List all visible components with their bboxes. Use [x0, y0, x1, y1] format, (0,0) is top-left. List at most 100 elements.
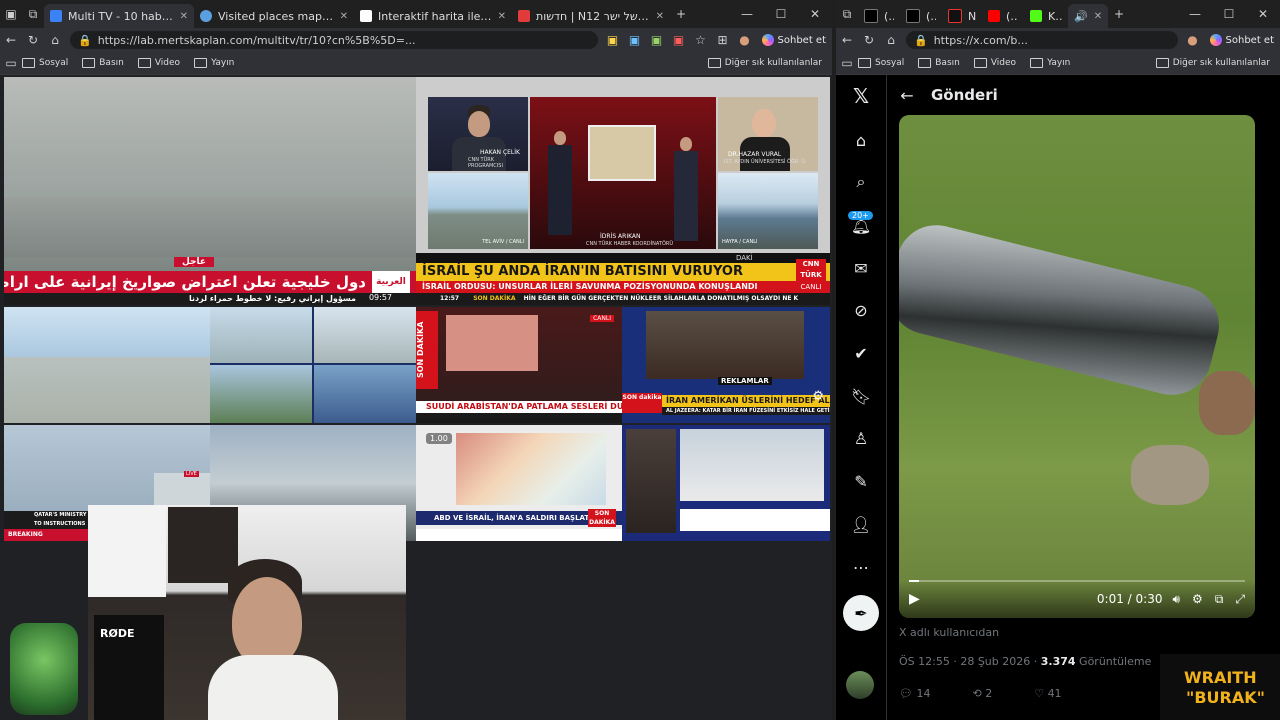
new-tab-icon[interactable]: +: [1108, 7, 1130, 21]
volume-icon[interactable]: 🔊︎: [1172, 592, 1180, 607]
bookmark-basin[interactable]: Basın: [82, 58, 124, 68]
haber-headline: İRAN AMERİKAN ÜSLERİNİ HEDEF AL: [662, 395, 830, 407]
favorites-icon[interactable]: ☆: [690, 33, 712, 47]
tab-x-1[interactable]: (21) X: [858, 4, 900, 28]
more-icon[interactable]: ⋯: [848, 554, 874, 580]
new-tab-icon[interactable]: +: [670, 7, 692, 21]
bookmark-sosyal[interactable]: Sosyal: [858, 58, 904, 68]
tab-actions-icon[interactable]: ⧉: [22, 7, 44, 22]
home-icon[interactable]: ⌂: [44, 33, 66, 47]
tv-split-presenters[interactable]: [622, 425, 830, 541]
head: [468, 111, 490, 137]
verified-icon[interactable]: ✔: [848, 340, 874, 366]
bookmarks-icon[interactable]: 🔖︎: [848, 383, 874, 409]
jobs-icon[interactable]: ♙: [848, 425, 874, 451]
profile-avatar[interactable]: ●: [734, 33, 756, 47]
back-icon[interactable]: ←: [836, 33, 858, 47]
sohbet-button[interactable]: Sohbet et: [756, 34, 832, 46]
post-video[interactable]: ▶ 0:01 / 0:30 🔊︎ ⚙ ⧉ ⤢: [899, 115, 1255, 618]
tab-interaktif-harita[interactable]: Interaktif harita ile ilgili son İran ha…: [354, 4, 512, 28]
tv-studio-2[interactable]: SON DAKİKA CANLI SUUDİ ARABİSTAN'DA PATL…: [416, 307, 622, 423]
tab-active-audio[interactable]: 🔊 ✕: [1068, 4, 1108, 28]
minimize-icon[interactable]: —: [730, 7, 764, 21]
messages-icon[interactable]: ✉: [848, 255, 874, 281]
bookmark-toggle-icon[interactable]: ▭: [0, 56, 22, 70]
refresh-icon[interactable]: ↻: [858, 33, 880, 47]
rock: [1199, 371, 1255, 435]
minimize-icon[interactable]: —: [1178, 7, 1212, 21]
articles-icon[interactable]: ✎: [848, 468, 874, 494]
collections-icon[interactable]: ⊞: [712, 33, 734, 47]
search-icon[interactable]: ⌕: [848, 169, 874, 195]
post-source[interactable]: X adlı kullanıcıdan: [899, 626, 999, 639]
close-tab-icon[interactable]: ✕: [174, 11, 188, 22]
close-window-icon[interactable]: ✕: [1246, 7, 1280, 21]
settings-gear-icon[interactable]: ⚙: [812, 389, 824, 404]
tv-map-news[interactable]: 1.00 ABD VE İSRAİL, İRAN'A SALDIRI BAŞLA…: [416, 425, 622, 541]
close-window-icon[interactable]: ✕: [798, 7, 832, 21]
tab-n12[interactable]: חדשות | N12 אתר החדשות של ישר ✕: [512, 4, 670, 28]
close-tab-icon[interactable]: ✕: [1088, 11, 1102, 22]
home-icon[interactable]: ⌂: [848, 127, 874, 153]
son-dakika-badge: SON dakika: [622, 393, 662, 413]
pip-icon[interactable]: ⧉: [1215, 592, 1224, 607]
close-tab-icon[interactable]: ✕: [650, 11, 664, 22]
role3: İST. AYDIN ÜNİVERSİTESİ ÖĞR. Ü.: [724, 159, 807, 165]
sohbet-button[interactable]: Sohbet et: [1204, 34, 1280, 46]
play-icon[interactable]: ▶: [909, 591, 920, 607]
other-bookmarks[interactable]: Diğer sık kullanılanlar: [1155, 58, 1270, 68]
other-bookmarks[interactable]: Diğer sık kullanılanlar: [707, 58, 822, 68]
playback-speed[interactable]: 1.00: [426, 433, 452, 444]
tv-haberturk[interactable]: REKLAMLAR SON dakika İRAN AMERİKAN ÜSLER…: [622, 307, 830, 423]
fullscreen-icon[interactable]: ⤢: [1235, 592, 1245, 607]
tab-kick[interactable]: KickP: [1024, 4, 1068, 28]
user-avatar[interactable]: [846, 671, 874, 699]
tv-coastal-cam[interactable]: [4, 307, 210, 423]
address-bar[interactable]: 🔒 https://x.com/b...: [906, 31, 1178, 49]
maximize-icon[interactable]: ☐: [1212, 7, 1246, 21]
back-icon[interactable]: ←: [0, 33, 22, 47]
close-tab-icon[interactable]: ✕: [492, 11, 506, 22]
address-bar[interactable]: 🔒 https://lab.mertskaplan.com/multitv/tr…: [70, 31, 598, 49]
refresh-icon[interactable]: ↻: [22, 33, 44, 47]
bookmark-video[interactable]: Video: [137, 58, 180, 68]
extension-icon[interactable]: ▣: [646, 33, 668, 47]
tab-visited-places[interactable]: Visited places map editor ✕: [194, 4, 354, 28]
back-arrow-icon[interactable]: ←: [887, 86, 927, 105]
close-tab-icon[interactable]: ✕: [334, 11, 348, 22]
tab-multitv[interactable]: Multi TV - 10 haber kanalını a ✕: [44, 4, 194, 28]
workspaces-icon[interactable]: ▣: [0, 7, 22, 21]
tab-x-2[interactable]: (21) X: [900, 4, 942, 28]
extension-icon[interactable]: ▣: [624, 33, 646, 47]
home-icon[interactable]: ⌂: [880, 33, 902, 47]
settings-icon[interactable]: ⚙: [1192, 592, 1203, 606]
tab-tiktok[interactable]: Nom: [942, 4, 982, 28]
reply-button[interactable]: 💬︎ 14: [899, 687, 930, 700]
bookmark-toggle-icon[interactable]: ▭: [836, 56, 858, 70]
like-button[interactable]: ♡ 41: [1034, 687, 1061, 700]
streamer-webcam: RØDE: [88, 505, 406, 720]
tab-label: KickP: [1048, 9, 1062, 23]
tv-alarabiya[interactable]: عاجل دول خليجية تعلن اعتراض صواريخ إيران…: [4, 77, 416, 305]
compose-post-button[interactable]: ✒: [843, 595, 879, 631]
grok-icon[interactable]: ⊘: [848, 297, 874, 323]
tv-cnnturk[interactable]: HAKAN ÇELİK CNN TÜRK PROGRAMCISI TEL AVİ…: [416, 77, 830, 305]
x-logo-icon[interactable]: 𝕏: [848, 83, 874, 109]
tab-youtube[interactable]: (280): [982, 4, 1024, 28]
profile-avatar[interactable]: ●: [1182, 33, 1204, 47]
bookmark-yayin[interactable]: Yayın: [1030, 58, 1070, 68]
repost-button[interactable]: ⟲ 2: [972, 687, 992, 700]
bookmark-yayin[interactable]: Yayın: [194, 58, 234, 68]
profile-icon[interactable]: 👤︎: [848, 511, 874, 537]
extension-icon[interactable]: ▣: [668, 33, 690, 47]
post-timestamp[interactable]: ÖS 12:55 · 28 Şub 2026 ·: [899, 655, 1041, 668]
views-label: Görüntüleme: [1079, 655, 1152, 668]
tab-label: Visited places map editor: [218, 9, 334, 23]
maximize-icon[interactable]: ☐: [764, 7, 798, 21]
bookmark-sosyal[interactable]: Sosyal: [22, 58, 68, 68]
extension-icon[interactable]: ▣: [602, 33, 624, 47]
tv-camera-grid[interactable]: [210, 307, 416, 423]
bookmark-video[interactable]: Video: [973, 58, 1016, 68]
bookmark-basin[interactable]: Basın: [918, 58, 960, 68]
tab-actions-icon[interactable]: ⧉: [836, 7, 858, 22]
